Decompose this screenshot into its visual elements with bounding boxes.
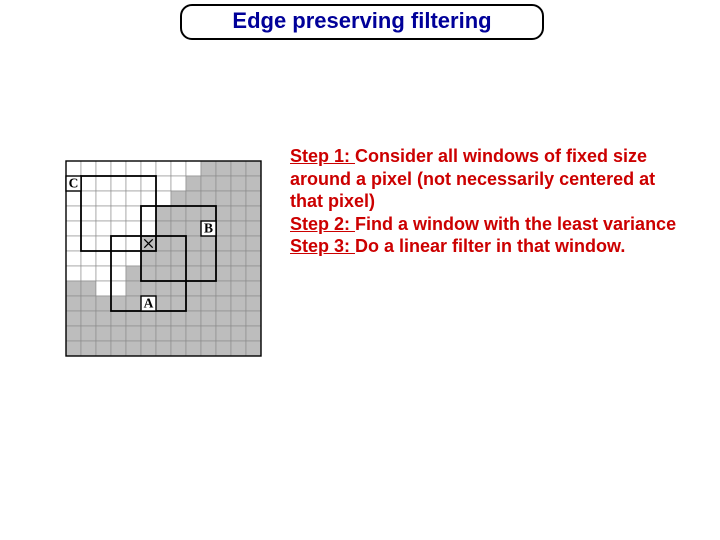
title-box: Edge preserving filtering [180,4,544,40]
step2-label: Step 2: [290,214,355,234]
steps-block: Step 1: Consider all windows of fixed si… [290,145,680,258]
grid-diagram: A B C [65,160,262,357]
step2-text: Find a window with the least variance [355,214,676,234]
step3-label: Step 3: [290,236,355,256]
svg-text:C: C [69,176,79,191]
step1-label: Step 1: [290,146,355,166]
svg-text:A: A [144,296,154,311]
page-title: Edge preserving filtering [232,8,491,33]
step3-text: Do a linear filter in that window. [355,236,625,256]
svg-text:B: B [204,221,213,236]
